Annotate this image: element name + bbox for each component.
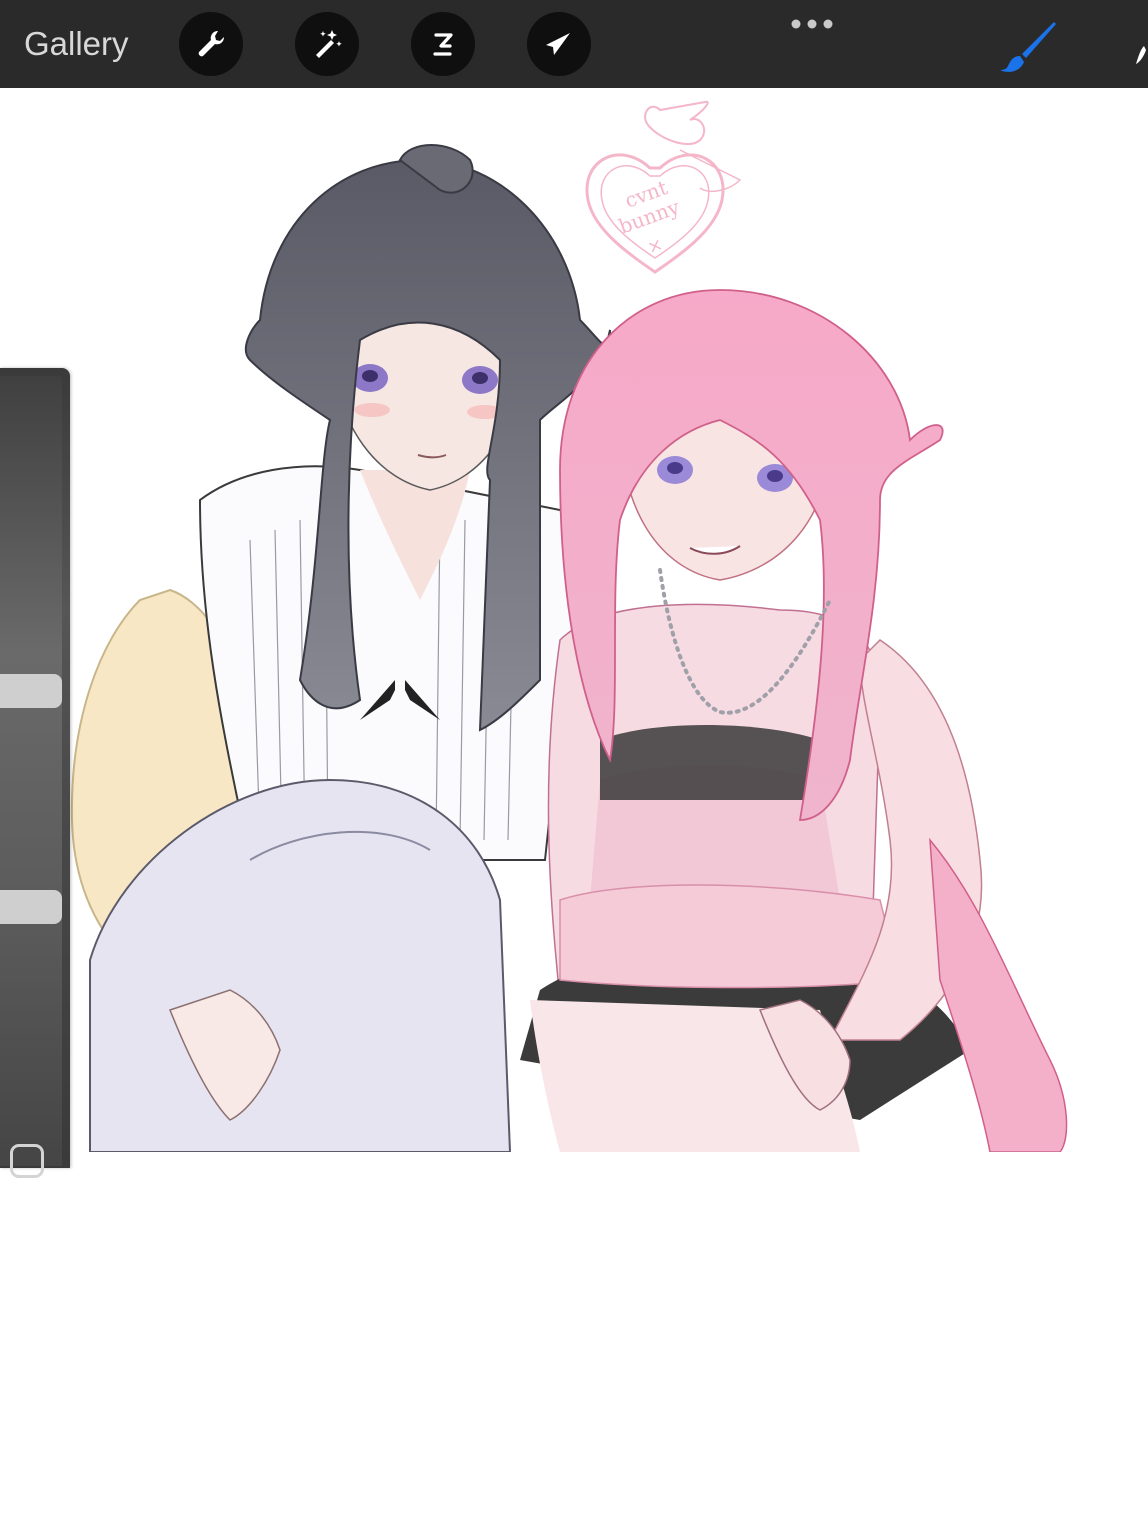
- transform-button[interactable]: [527, 12, 591, 76]
- artwork-illustration: cvnt bunny ×: [70, 100, 1068, 1152]
- gallery-button[interactable]: Gallery: [24, 24, 129, 64]
- selection-button[interactable]: [411, 12, 475, 76]
- actions-button[interactable]: [179, 12, 243, 76]
- brush-opacity-handle[interactable]: [0, 890, 62, 924]
- smudge-icon[interactable]: [1128, 40, 1148, 70]
- brush-size-handle[interactable]: [0, 674, 62, 708]
- drawing-canvas[interactable]: cvnt bunny ×: [0, 88, 1148, 1152]
- magic-wand-icon: [316, 30, 342, 58]
- top-toolbar: Gallery: [0, 0, 1148, 88]
- arrow-cursor-icon: [546, 33, 570, 55]
- more-dots-icon[interactable]: [786, 14, 838, 34]
- adjustments-button[interactable]: [295, 12, 359, 76]
- modify-button[interactable]: [10, 1144, 44, 1178]
- wrench-icon: [198, 30, 225, 57]
- artist-stamp: cvnt bunny ×: [585, 100, 742, 274]
- brush-icon[interactable]: [996, 18, 1060, 74]
- selection-s-icon: [433, 33, 453, 56]
- brush-opacity-slider[interactable]: [0, 1244, 62, 1534]
- stamp-text-line-3: ×: [645, 234, 666, 259]
- brush-size-slider[interactable]: [0, 376, 62, 1066]
- brush-sidebar: [0, 368, 70, 1178]
